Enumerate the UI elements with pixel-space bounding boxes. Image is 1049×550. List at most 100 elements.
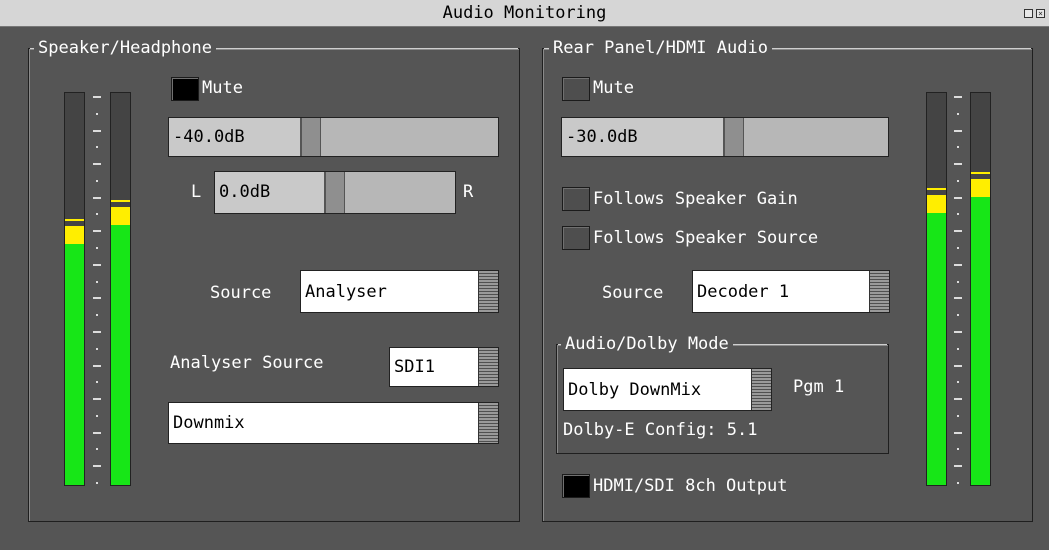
rear-right-meter [970, 92, 991, 486]
scale-tick [954, 163, 962, 165]
speaker-source-label: Source [210, 283, 272, 303]
rear-mute-checkbox[interactable] [562, 77, 590, 101]
speaker-right-meter [110, 92, 131, 486]
scale-dot [957, 314, 959, 316]
scale-tick [954, 96, 962, 98]
scale-dot [957, 213, 959, 215]
scale-tick [954, 130, 962, 132]
scale-dot [96, 348, 98, 350]
scale-dot [957, 482, 959, 484]
rear-source-select[interactable]: Decoder 1 [692, 270, 890, 313]
rear-gain-value: -30.0dB [562, 118, 724, 156]
balance-left-label: L [191, 182, 202, 202]
meter-peak-marker [971, 172, 990, 174]
maximize-icon[interactable] [1024, 9, 1033, 18]
rear-panel-title: Rear Panel/HDMI Audio [549, 38, 772, 58]
speaker-panel-title: Speaker/Headphone [34, 38, 216, 58]
scale-tick [954, 465, 962, 467]
scale-tick [954, 264, 962, 266]
rear-source-label: Source [602, 283, 664, 303]
rear-mute-label: Mute [593, 78, 634, 98]
scale-dot [96, 213, 98, 215]
slider-thumb[interactable] [325, 172, 345, 213]
speaker-source-select[interactable]: Analyser [300, 270, 499, 313]
speaker-mute-label: Mute [202, 78, 243, 98]
scale-dot [957, 448, 959, 450]
meter-green-fill [111, 225, 130, 485]
title-bar: Audio Monitoring × [0, 0, 1049, 27]
meter-yellow-fill [971, 179, 990, 197]
scale-tick [93, 465, 101, 467]
scale-dot [96, 146, 98, 148]
scale-tick [954, 197, 962, 199]
scale-tick [93, 264, 101, 266]
scale-tick [93, 163, 101, 165]
scale-dot [957, 348, 959, 350]
speaker-mute-checkbox[interactable] [171, 77, 199, 101]
scale-dot [96, 247, 98, 249]
scale-tick [954, 297, 962, 299]
dolby-mode-title: Audio/Dolby Mode [561, 334, 733, 354]
slider-thumb[interactable] [301, 118, 321, 156]
rear-left-meter [926, 92, 947, 486]
scale-tick [954, 365, 962, 367]
speaker-gain-slider[interactable]: -40.0dB [168, 117, 499, 157]
meter-green-fill [971, 197, 990, 485]
dropdown-handle-icon[interactable] [478, 403, 498, 443]
follows-gain-label: Follows Speaker Gain [593, 189, 798, 209]
slider-thumb[interactable] [724, 118, 744, 156]
speaker-left-meter [64, 92, 85, 486]
scale-tick [954, 331, 962, 333]
analyser-source-select[interactable]: SDI1 [389, 347, 499, 387]
dropdown-handle-icon[interactable] [478, 271, 498, 312]
scale-dot [96, 314, 98, 316]
rear-meter-scale [954, 92, 964, 486]
dropdown-handle-icon[interactable] [478, 348, 498, 386]
scale-tick [93, 197, 101, 199]
scale-tick [93, 96, 101, 98]
rear-gain-slider[interactable]: -30.0dB [561, 117, 889, 157]
balance-right-label: R [463, 182, 474, 202]
follows-gain-checkbox[interactable] [562, 187, 590, 211]
speaker-gain-value: -40.0dB [169, 118, 301, 156]
analyser-source-value: SDI1 [394, 357, 435, 377]
scale-dot [96, 415, 98, 417]
meter-green-fill [927, 213, 946, 485]
scale-tick [93, 331, 101, 333]
scale-dot [96, 180, 98, 182]
scale-tick [954, 432, 962, 434]
dolby-mode-value: Dolby DownMix [568, 379, 702, 400]
dropdown-handle-icon[interactable] [869, 271, 889, 312]
dropdown-handle-icon[interactable] [751, 369, 771, 410]
scale-dot [96, 381, 98, 383]
scale-tick [93, 230, 101, 232]
dolby-mode-select[interactable]: Dolby DownMix [563, 368, 772, 411]
hdmi-output-checkbox[interactable] [562, 474, 590, 498]
meter-yellow-fill [65, 226, 84, 244]
scale-dot [96, 448, 98, 450]
close-icon[interactable]: × [1036, 9, 1045, 18]
speaker-source-value: Analyser [305, 281, 387, 302]
scale-dot [957, 146, 959, 148]
scale-tick [93, 398, 101, 400]
meter-peak-marker [65, 219, 84, 221]
analyser-source-label: Analyser Source [170, 353, 324, 373]
follows-source-checkbox[interactable] [562, 226, 590, 250]
meter-green-fill [65, 244, 84, 485]
scale-tick [93, 297, 101, 299]
downmix-select[interactable]: Downmix [168, 402, 499, 444]
scale-dot [96, 113, 98, 115]
hdmi-output-label: HDMI/SDI 8ch Output [593, 476, 788, 496]
scale-dot [957, 415, 959, 417]
scale-dot [957, 113, 959, 115]
dolby-e-config: Dolby-E Config: 5.1 [563, 420, 758, 440]
pgm-label: Pgm 1 [793, 377, 845, 397]
speaker-balance-slider[interactable]: 0.0dB [214, 171, 456, 214]
scale-dot [96, 281, 98, 283]
meter-peak-marker [927, 188, 946, 190]
scale-tick [93, 130, 101, 132]
scale-tick [954, 230, 962, 232]
scale-dot [96, 482, 98, 484]
scale-tick [93, 365, 101, 367]
meter-peak-marker [111, 200, 130, 202]
